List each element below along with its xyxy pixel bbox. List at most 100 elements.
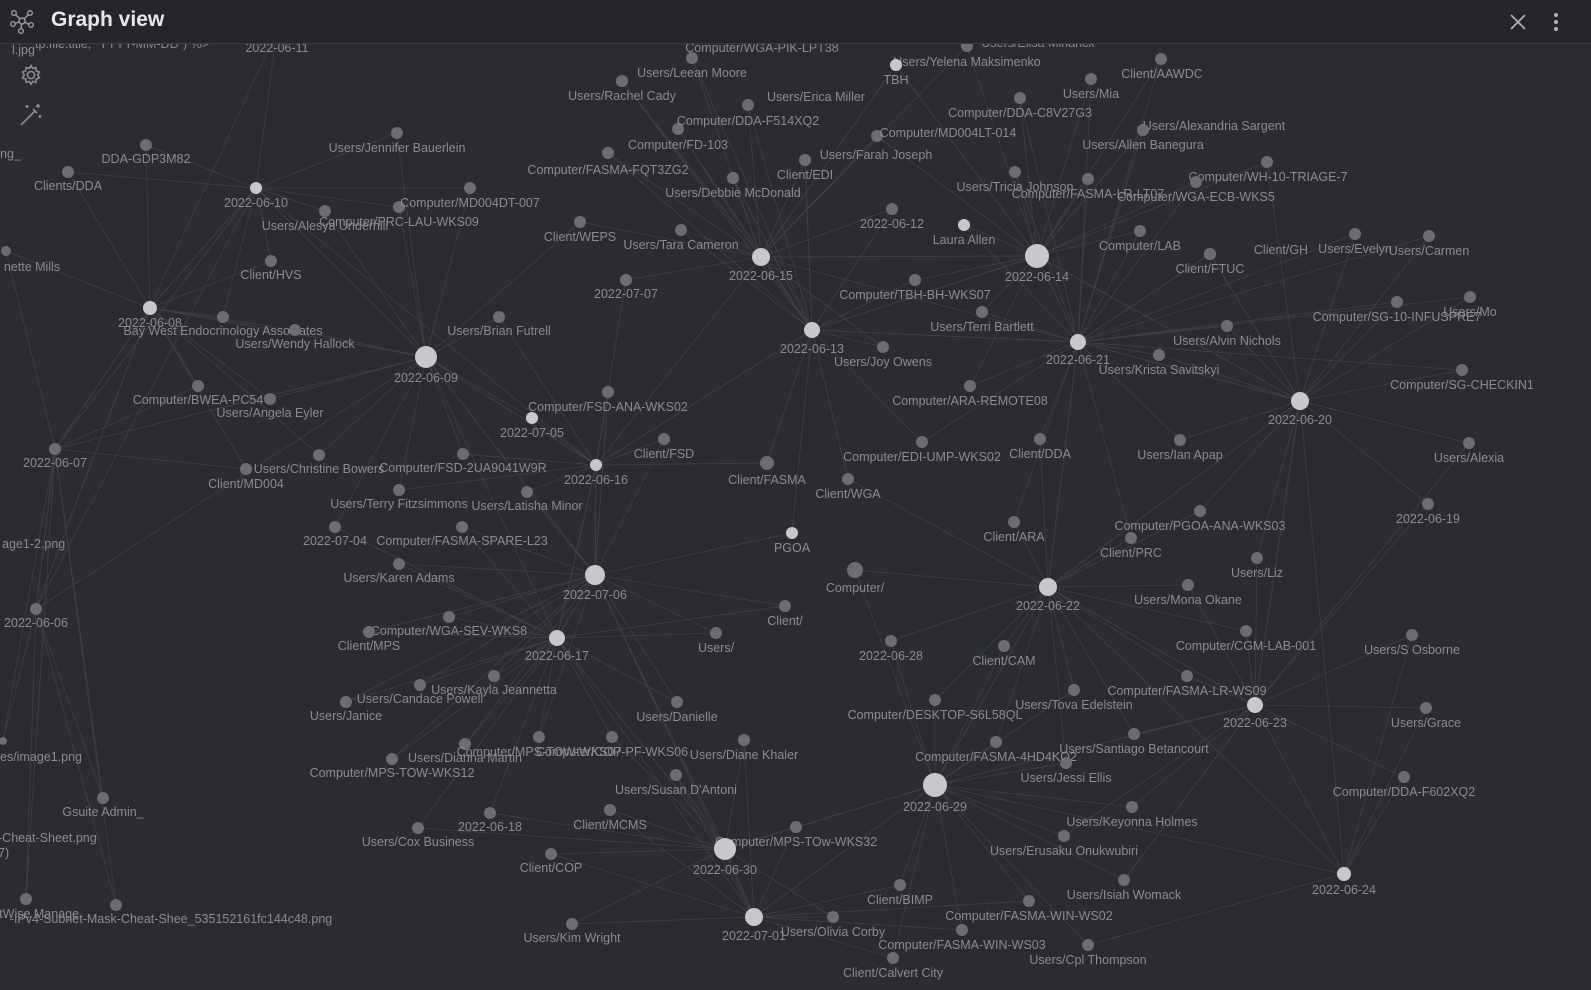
graph-node[interactable]: Users/Susan D'Antoni bbox=[615, 769, 737, 797]
graph-nodes[interactable]: l.jpg tp.file.title, "YYYY-MM-DD") %> 2022… bbox=[0, 44, 1534, 980]
graph-node-dot[interactable] bbox=[1190, 176, 1202, 188]
graph-node-dot[interactable] bbox=[1058, 830, 1070, 842]
graph-node-dot[interactable] bbox=[714, 838, 736, 860]
graph-node-dot[interactable] bbox=[1082, 173, 1094, 185]
graph-node[interactable]: Client/BIMP bbox=[867, 879, 933, 907]
graph-node[interactable]: Computer/PGOA-ANA-WKS03 bbox=[1115, 505, 1286, 533]
graph-node[interactable]: Client/Calvert City bbox=[843, 952, 944, 980]
graph-node[interactable]: PGOA bbox=[774, 527, 811, 555]
graph-node[interactable]: Client/PRC bbox=[1100, 532, 1162, 560]
graph-node-dot[interactable] bbox=[1128, 728, 1140, 740]
graph-node-dot[interactable] bbox=[1118, 874, 1130, 886]
graph-node[interactable]: Users/Krista Savitskyi bbox=[1099, 349, 1220, 377]
graph-node-dot[interactable] bbox=[738, 734, 750, 746]
graph-node-dot[interactable] bbox=[1082, 939, 1094, 951]
graph-node[interactable]: ng_ bbox=[0, 147, 22, 161]
gear-icon[interactable] bbox=[17, 61, 45, 89]
graph-node[interactable]: 2022-06-22 bbox=[1016, 578, 1080, 613]
graph-node[interactable]: 2022-06-28 bbox=[859, 635, 923, 663]
graph-node[interactable]: Gsuite Admin_ bbox=[62, 792, 145, 819]
graph-node-dot[interactable] bbox=[847, 562, 863, 578]
graph-node[interactable]: 2022-06-12 bbox=[860, 203, 924, 231]
graph-node-dot[interactable] bbox=[1240, 625, 1252, 637]
graph-node-dot[interactable] bbox=[675, 224, 687, 236]
graph-node-dot[interactable] bbox=[1181, 670, 1193, 682]
graph-node[interactable]: Users/Diane Khaler bbox=[690, 734, 798, 762]
graph-node-dot[interactable] bbox=[1023, 895, 1035, 907]
graph-node-dot[interactable] bbox=[414, 679, 426, 691]
graph-node[interactable]: Client/GH bbox=[1204, 243, 1308, 260]
graph-node[interactable]: Users/Erusaku Onukwubiri bbox=[990, 830, 1138, 858]
graph-node[interactable]: Client/ARA bbox=[983, 516, 1045, 544]
graph-node-dot[interactable] bbox=[1034, 433, 1046, 445]
graph-node[interactable]: age1-2.png bbox=[2, 537, 65, 551]
graph-node[interactable]: Laura Allen bbox=[933, 219, 996, 247]
graph-node[interactable]: 2022-06-09 bbox=[394, 346, 458, 385]
graph-node[interactable]: Client/FTUC bbox=[1176, 248, 1245, 276]
graph-node-dot[interactable] bbox=[886, 203, 898, 215]
graph-node-dot[interactable] bbox=[1025, 244, 1049, 268]
graph-node[interactable]: Client/AAWDC bbox=[1121, 53, 1203, 81]
graph-node[interactable]: Computer/EDI-UMP-WKS02 bbox=[843, 436, 1001, 464]
graph-node-dot[interactable] bbox=[616, 75, 628, 87]
graph-node[interactable]: Users/Terri Bartlett bbox=[930, 306, 1034, 334]
graph-node-dot[interactable] bbox=[264, 393, 276, 405]
graph-node[interactable]: Computer/DDA-F602XQ2 bbox=[1333, 771, 1475, 799]
graph-node[interactable]: -IPv4-Subnet-Mask-Cheat-Shee_535152161fc… bbox=[10, 899, 332, 926]
graph-node[interactable]: Computer/WH-10-TRIAGE-7 bbox=[1188, 156, 1348, 184]
graph-node-dot[interactable] bbox=[250, 182, 262, 194]
graph-node-dot[interactable] bbox=[0, 737, 7, 745]
graph-node[interactable]: Users/Ian Apap bbox=[1137, 434, 1223, 462]
graph-node-dot[interactable] bbox=[990, 736, 1002, 748]
graph-node[interactable]: Users/Santiago Betancourt bbox=[1059, 728, 1209, 756]
graph-node-dot[interactable] bbox=[842, 473, 854, 485]
graph-node[interactable]: Computer/MD004LT-014 bbox=[871, 126, 1016, 142]
graph-node-dot[interactable] bbox=[1463, 437, 1475, 449]
more-vertical-icon[interactable] bbox=[1548, 10, 1564, 34]
graph-node-dot[interactable] bbox=[62, 166, 74, 178]
graph-node[interactable]: Client/HVS bbox=[240, 255, 302, 282]
graph-node[interactable]: Computer/FASMA-4HD4KQ2 bbox=[915, 736, 1077, 764]
graph-node[interactable]: Computer/CGM-LAB-001 bbox=[1176, 625, 1316, 653]
graph-node-dot[interactable] bbox=[549, 630, 565, 646]
graph-node-dot[interactable] bbox=[143, 301, 157, 315]
graph-node-dot[interactable] bbox=[1464, 291, 1476, 303]
graph-node-dot[interactable] bbox=[1070, 334, 1086, 350]
graph-node-dot[interactable] bbox=[590, 459, 602, 471]
graph-node-dot[interactable] bbox=[49, 443, 61, 455]
graph-node-dot[interactable] bbox=[1398, 771, 1410, 783]
graph-canvas[interactable]: l.jpg tp.file.title, "YYYY-MM-DD") %> 2022… bbox=[0, 44, 1591, 990]
graph-node[interactable]: 2022-07-07 bbox=[594, 274, 658, 301]
graph-node[interactable]: tp.file.title, "YYYY-MM-DD") %> bbox=[35, 44, 209, 51]
graph-node[interactable]: Client/COP bbox=[520, 848, 583, 875]
graph-node-dot[interactable] bbox=[415, 346, 437, 368]
graph-node[interactable]: Users/Keyonna Holmes bbox=[1066, 801, 1198, 829]
graph-node-dot[interactable] bbox=[827, 911, 839, 923]
graph-node[interactable]: Computer/FSD-ANA-WKS02 bbox=[528, 386, 688, 414]
graph-node[interactable]: Users/Cpl Thompson bbox=[1029, 939, 1147, 967]
graph-node-dot[interactable] bbox=[786, 527, 798, 539]
graph-node-dot[interactable] bbox=[727, 172, 739, 184]
graph-node[interactable]: Computer/TBH-BH-WKS07 bbox=[839, 274, 991, 302]
graph-node[interactable]: Computer/ARA-REMOTE08 bbox=[892, 380, 1048, 408]
graph-node-dot[interactable] bbox=[894, 879, 906, 891]
graph-node[interactable]: Users/Brian Futrell bbox=[447, 311, 551, 338]
magic-wand-icon[interactable] bbox=[17, 101, 45, 129]
graph-node[interactable]: Client/FSD bbox=[634, 433, 694, 461]
graph-node[interactable]: Computer/ bbox=[826, 562, 885, 595]
graph-node[interactable]: Users/Evelyn bbox=[1318, 228, 1392, 256]
graph-node-dot[interactable] bbox=[1456, 364, 1468, 376]
graph-node[interactable]: Computer/FASMA-LR-WS09 bbox=[1107, 670, 1267, 698]
graph-node-dot[interactable] bbox=[464, 182, 476, 194]
graph-node[interactable]: l.jpg bbox=[12, 44, 35, 57]
graph-node[interactable]: Users/Yelena Maksimenko bbox=[890, 55, 1041, 71]
graph-node-dot[interactable] bbox=[386, 753, 398, 765]
graph-node-dot[interactable] bbox=[1126, 801, 1138, 813]
graph-node[interactable]: Computer/DESKTOP-S6L58QL bbox=[848, 694, 1023, 722]
graph-node[interactable]: Client/DDA bbox=[1009, 433, 1072, 461]
graph-node[interactable]: -Cheat-Sheet.png bbox=[0, 831, 97, 845]
graph-node-dot[interactable] bbox=[1039, 578, 1057, 596]
graph-node-dot[interactable] bbox=[265, 255, 277, 267]
graph-node-dot[interactable] bbox=[804, 322, 820, 338]
graph-node[interactable]: Computer/FD-103 bbox=[602, 138, 728, 159]
